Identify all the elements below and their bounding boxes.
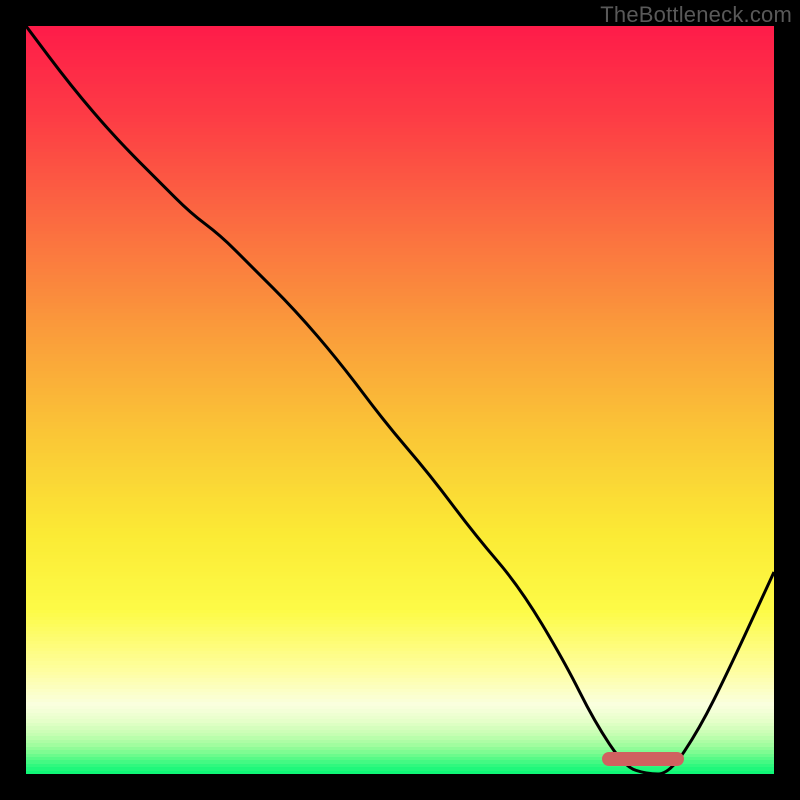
plot-area xyxy=(26,26,774,774)
chart-stage: TheBottleneck.com xyxy=(0,0,800,800)
curve-layer xyxy=(26,26,774,774)
watermark-text: TheBottleneck.com xyxy=(600,2,792,28)
optimal-range-marker xyxy=(602,752,684,766)
bottleneck-curve xyxy=(26,26,774,774)
